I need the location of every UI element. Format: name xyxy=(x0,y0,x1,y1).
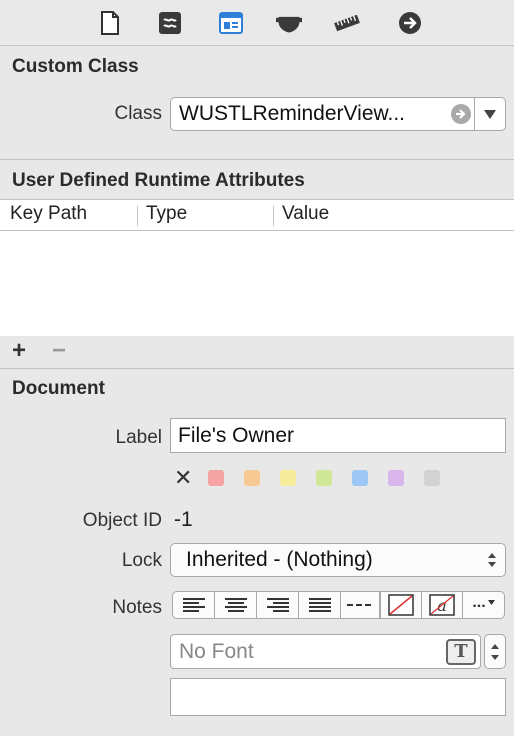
label-color-swatch-red[interactable] xyxy=(208,470,224,486)
background-color-button[interactable]: a xyxy=(421,591,463,619)
text-color-button[interactable] xyxy=(380,591,422,619)
stepper-arrows-icon xyxy=(491,643,499,660)
align-right-icon xyxy=(266,598,289,612)
size-inspector-icon[interactable] xyxy=(334,10,360,36)
label-color-swatch-blue[interactable] xyxy=(352,470,368,486)
go-to-class-arrow-icon[interactable] xyxy=(448,103,474,125)
align-center-icon xyxy=(224,598,247,612)
object-id-label: Object ID xyxy=(82,510,162,531)
lock-popup-button[interactable]: Inherited - (Nothing) xyxy=(170,543,506,577)
justify-icon xyxy=(308,598,331,612)
align-left-button[interactable] xyxy=(172,591,215,619)
file-inspector-icon[interactable] xyxy=(97,10,123,36)
chevron-down-icon xyxy=(487,599,495,605)
inspector-toolbar xyxy=(0,0,514,46)
runtime-attributes-table-header: Key Path Type Value xyxy=(0,199,514,231)
lock-label: Lock xyxy=(121,550,162,571)
section-divider xyxy=(0,368,514,369)
identity-inspector-icon[interactable] xyxy=(218,10,244,36)
runtime-attributes-section-title: User Defined Runtime Attributes xyxy=(12,170,305,191)
notes-text-area[interactable] xyxy=(170,678,506,716)
quick-help-icon[interactable] xyxy=(157,10,183,36)
remove-attribute-button[interactable]: − xyxy=(52,338,66,364)
connections-inspector-icon[interactable] xyxy=(397,10,423,36)
no-color-icon xyxy=(388,594,414,616)
natural-alignment-button[interactable] xyxy=(340,591,380,619)
runtime-attributes-table[interactable] xyxy=(0,231,514,336)
more-options-button[interactable]: ... xyxy=(462,591,505,619)
document-section-title: Document xyxy=(12,378,105,399)
text-background-color-icon: a xyxy=(429,594,455,616)
align-left-icon xyxy=(182,598,205,612)
attributes-inspector-icon[interactable] xyxy=(276,10,302,36)
class-label: Class xyxy=(114,103,162,124)
object-id-value: -1 xyxy=(174,508,193,531)
column-separator xyxy=(273,206,274,226)
column-header-type[interactable]: Type xyxy=(146,203,187,225)
align-right-button[interactable] xyxy=(256,591,299,619)
label-color-swatch-orange[interactable] xyxy=(244,470,260,486)
dashed-line-icon xyxy=(347,604,373,606)
font-field[interactable]: No Font T xyxy=(170,634,481,669)
column-header-key-path[interactable]: Key Path xyxy=(10,203,87,225)
label-color-swatch-yellow[interactable] xyxy=(280,470,296,486)
align-center-button[interactable] xyxy=(214,591,257,619)
justify-button[interactable] xyxy=(298,591,341,619)
add-attribute-button[interactable]: + xyxy=(12,338,26,364)
font-t-icon: T xyxy=(454,640,468,662)
class-value: WUSTLReminderView... xyxy=(179,102,406,125)
chevron-down-icon[interactable] xyxy=(475,109,505,119)
class-combo-box[interactable]: WUSTLReminderView... xyxy=(170,97,506,131)
column-header-value[interactable]: Value xyxy=(282,203,329,225)
clear-label-color-icon[interactable]: ✕ xyxy=(174,467,192,489)
more-options-label: ... xyxy=(472,594,486,611)
font-picker-button[interactable]: T xyxy=(446,638,476,665)
document-label-field[interactable]: File's Owner xyxy=(170,418,506,453)
label-color-swatch-gray[interactable] xyxy=(424,470,440,486)
popup-stepper-icon xyxy=(479,552,505,568)
section-divider xyxy=(0,159,514,160)
document-label-label: Label xyxy=(115,427,163,448)
custom-class-section-title: Custom Class xyxy=(12,56,139,77)
font-placeholder: No Font xyxy=(179,639,254,663)
notes-label: Notes xyxy=(112,597,162,618)
label-color-swatch-purple[interactable] xyxy=(388,470,404,486)
lock-value: Inherited - (Nothing) xyxy=(186,548,373,571)
column-separator xyxy=(137,206,138,226)
font-size-stepper[interactable] xyxy=(484,634,506,669)
label-color-swatch-green[interactable] xyxy=(316,470,332,486)
